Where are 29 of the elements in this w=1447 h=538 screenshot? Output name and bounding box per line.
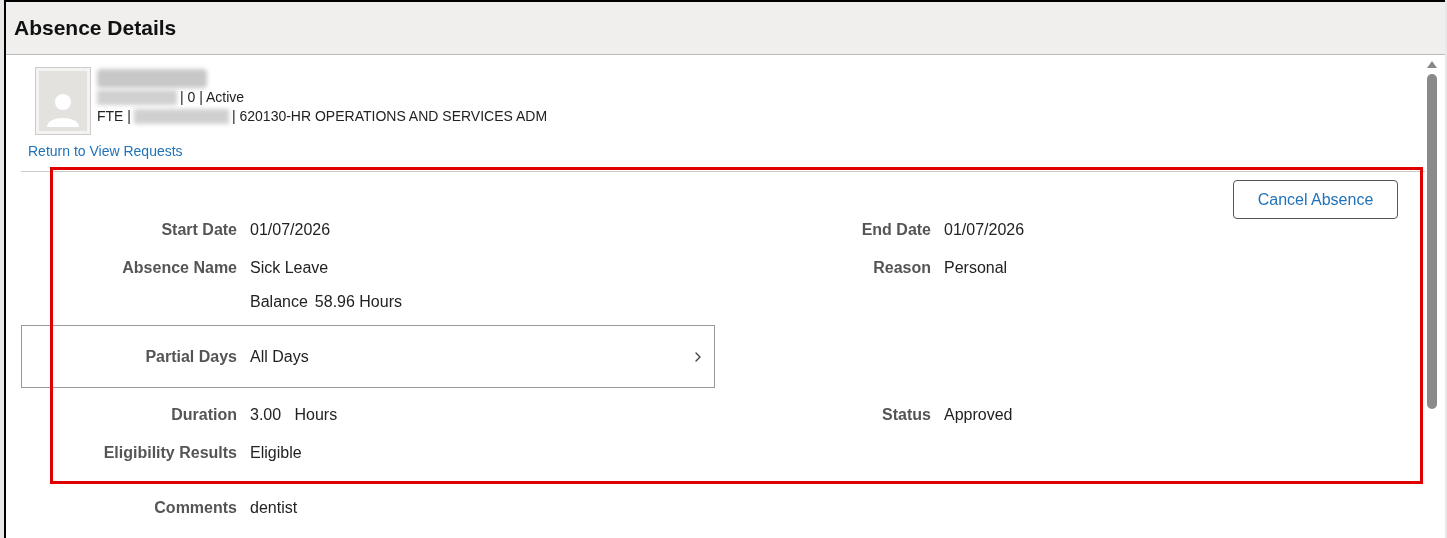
field-label: Eligibility Results xyxy=(102,443,238,463)
field-label: Absence Name xyxy=(121,258,238,278)
field-label: End Date xyxy=(860,220,932,240)
field-value: dentist xyxy=(250,498,298,518)
partial-days-row[interactable]: Partial Days All Days xyxy=(21,325,715,388)
field-label: Start Date xyxy=(160,220,238,240)
employee-fte: FTE | xyxy=(97,107,131,126)
avatar-icon xyxy=(36,68,90,134)
field-value: All Days xyxy=(250,346,309,367)
field-label: Partial Days xyxy=(144,346,238,367)
employee-status: | 0 | Active xyxy=(180,88,245,107)
field-value: Sick Leave xyxy=(250,258,329,278)
field-value: Approved xyxy=(944,405,1013,425)
field-label: Comments xyxy=(153,498,238,518)
field-label: Reason xyxy=(872,258,932,278)
return-link[interactable]: Return to View Requests xyxy=(28,141,183,162)
balance-label: Balance xyxy=(250,292,308,312)
field-label: Status xyxy=(881,405,932,425)
field-value: 3.00 Hours xyxy=(250,405,338,425)
field-value: Eligible xyxy=(250,443,302,463)
field-value: Personal xyxy=(944,258,1008,278)
balance-value: 58.96 Hours xyxy=(314,292,402,312)
field-label: Duration xyxy=(170,405,238,425)
cancel-absence-button[interactable]: Cancel Absence xyxy=(1233,180,1398,219)
employee-department: | 620130-HR OPERATIONS AND SERVICES ADM xyxy=(231,107,548,126)
page-title: Absence Details xyxy=(14,15,177,42)
field-value: 01/07/2026 xyxy=(944,220,1025,240)
field-value: 01/07/2026 xyxy=(250,220,331,240)
scroll-up-icon[interactable] xyxy=(1427,61,1437,68)
